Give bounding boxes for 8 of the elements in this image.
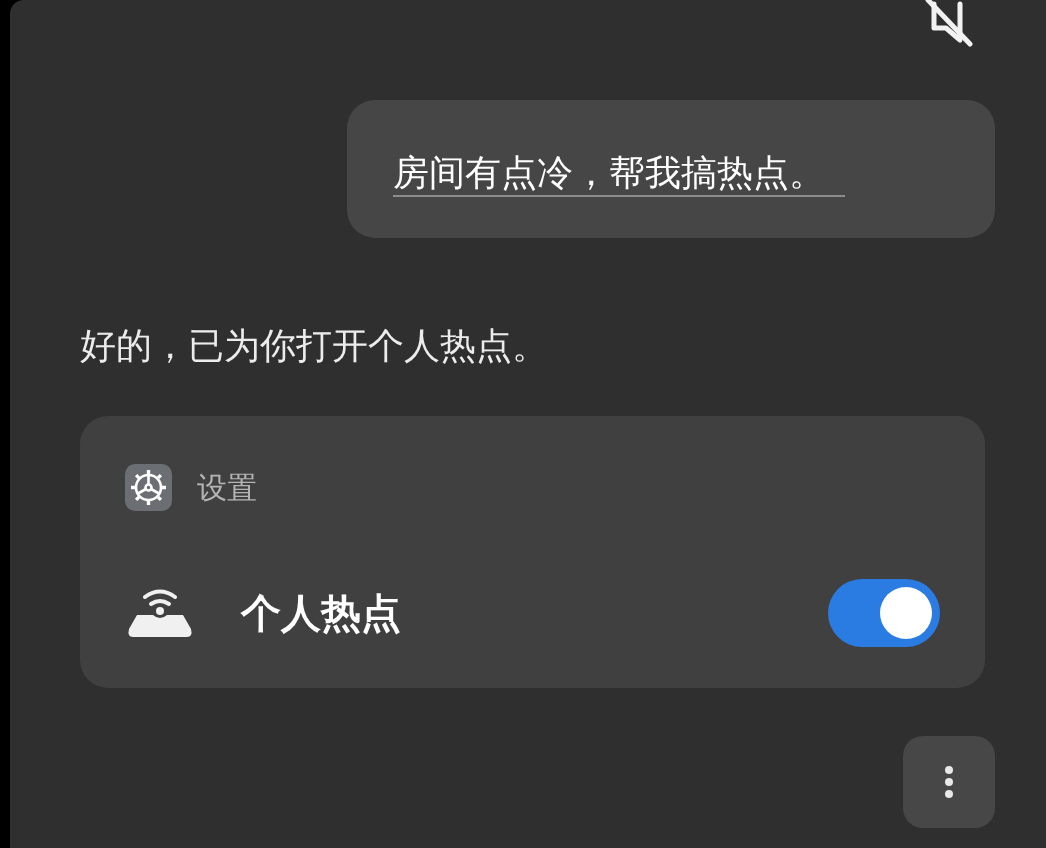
hotspot-icon (127, 587, 193, 639)
user-message-text: 房间有点冷，帮我搞热点。 (393, 151, 845, 197)
app-name: 设置 (197, 468, 257, 507)
settings-app-icon (125, 464, 172, 511)
assistant-message-text: 好的，已为你打开个人热点。 (80, 324, 548, 368)
more-button[interactable] (903, 736, 995, 828)
hotspot-label: 个人热点 (241, 589, 401, 638)
more-icon (944, 765, 954, 799)
